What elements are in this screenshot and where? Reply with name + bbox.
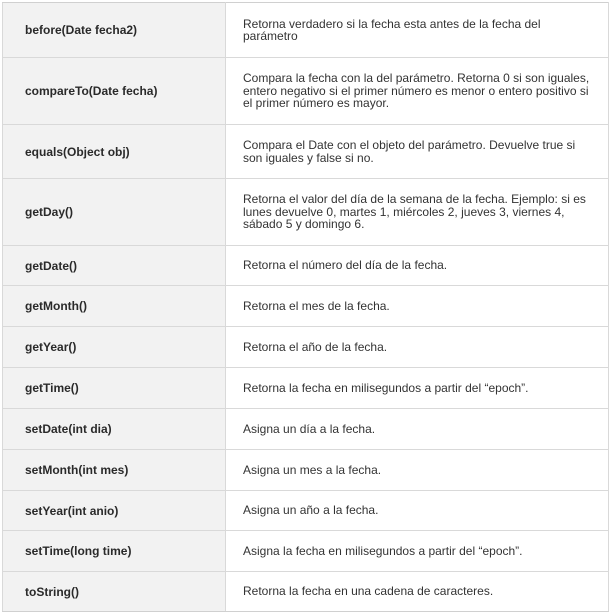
method-name: setYear(int anio) [25,503,119,518]
table-row: getMonth() Retorna el mes de la fecha. [2,285,609,327]
table-row: getDay() Retorna el valor del día de la … [2,178,609,246]
method-name: setMonth(int mes) [25,463,129,477]
method-name: toString() [25,584,79,599]
method-description: Retorna la fecha en milisegundos a parti… [243,380,529,395]
method-description: Asigna la fecha en milisegundos a partir… [243,543,523,558]
method-description: Compara la fecha con la del parámetro. R… [243,71,590,111]
method-description: Compara el Date con el objeto del paráme… [243,138,576,165]
method-cell: setTime(long time) [2,530,226,572]
method-description: Asigna un día a la fecha. [243,421,376,436]
method-description: Retorna el valor del día de la semana de… [243,192,586,232]
table-row: toString() Retorna la fecha en una caden… [2,571,609,612]
description-cell: Retorna el número del día de la fecha. [225,245,609,286]
method-cell: before(Date fecha2) [2,2,226,58]
table-row: getTime() Retorna la fecha en milisegund… [2,367,609,409]
method-name: before(Date fecha2) [25,23,138,37]
description-cell: Retorna el año de la fecha. [225,326,609,368]
table-row: getYear() Retorna el año de la fecha. [2,326,609,368]
method-name: equals(Object obj) [25,144,130,159]
description-cell: Asigna un mes a la fecha. [225,449,609,491]
table-row: equals(Object obj) Compara el Date con e… [2,124,609,179]
method-cell: equals(Object obj) [2,124,226,179]
table-row: setDate(int dia) Asigna un día a la fech… [2,408,609,450]
method-description: Retorna el mes de la fecha. [243,298,390,313]
method-description: Retorna verdadero si la fecha esta antes… [243,16,541,43]
method-name: setTime(long time) [25,544,132,558]
methods-table: before(Date fecha2) Retorna verdadero si… [2,2,609,612]
method-cell: getDate() [2,245,226,286]
description-cell: Asigna un día a la fecha. [225,408,609,450]
method-cell: setMonth(int mes) [2,449,226,491]
method-name: setDate(int dia) [25,422,112,436]
method-cell: compareTo(Date fecha) [2,57,226,125]
method-cell: toString() [2,571,226,612]
method-cell: getDay() [2,178,226,246]
description-cell: Retorna verdadero si la fecha esta antes… [225,2,609,58]
table-row: setMonth(int mes) Asigna un mes a la fec… [2,449,609,491]
method-description: Retorna la fecha en una cadena de caract… [243,584,494,599]
description-cell: Retorna el mes de la fecha. [225,285,609,327]
description-cell: Asigna la fecha en milisegundos a partir… [225,530,609,572]
method-cell: getMonth() [2,285,226,327]
table-row: getDate() Retorna el número del día de l… [2,245,609,286]
description-cell: Retorna el valor del día de la semana de… [225,178,609,246]
method-description: Asigna un año a la fecha. [243,503,379,518]
method-description: Retorna el año de la fecha. [243,339,388,354]
table-row: setYear(int anio) Asigna un año a la fec… [2,490,609,531]
method-name: getDate() [25,258,78,273]
method-cell: setDate(int dia) [2,408,226,450]
description-cell: Compara la fecha con la del parámetro. R… [225,57,609,125]
table-row: before(Date fecha2) Retorna verdadero si… [2,2,609,58]
method-name: getMonth() [25,299,87,313]
method-cell: getYear() [2,326,226,368]
method-cell: setYear(int anio) [2,490,226,531]
description-cell: Retorna la fecha en una cadena de caract… [225,571,609,612]
method-cell: getTime() [2,367,226,409]
method-name: compareTo(Date fecha) [25,84,158,98]
method-description: Asigna un mes a la fecha. [243,462,382,477]
method-name: getTime() [25,381,79,395]
table-row: compareTo(Date fecha) Compara la fecha c… [2,57,609,125]
method-description: Retorna el número del día de la fecha. [243,258,448,273]
description-cell: Compara el Date con el objeto del paráme… [225,124,609,179]
description-cell: Asigna un año a la fecha. [225,490,609,531]
table-row: setTime(long time) Asigna la fecha en mi… [2,530,609,572]
method-name: getDay() [25,205,74,219]
method-name: getYear() [25,340,77,354]
methods-table-body: before(Date fecha2) Retorna verdadero si… [2,2,609,612]
description-cell: Retorna la fecha en milisegundos a parti… [225,367,609,409]
